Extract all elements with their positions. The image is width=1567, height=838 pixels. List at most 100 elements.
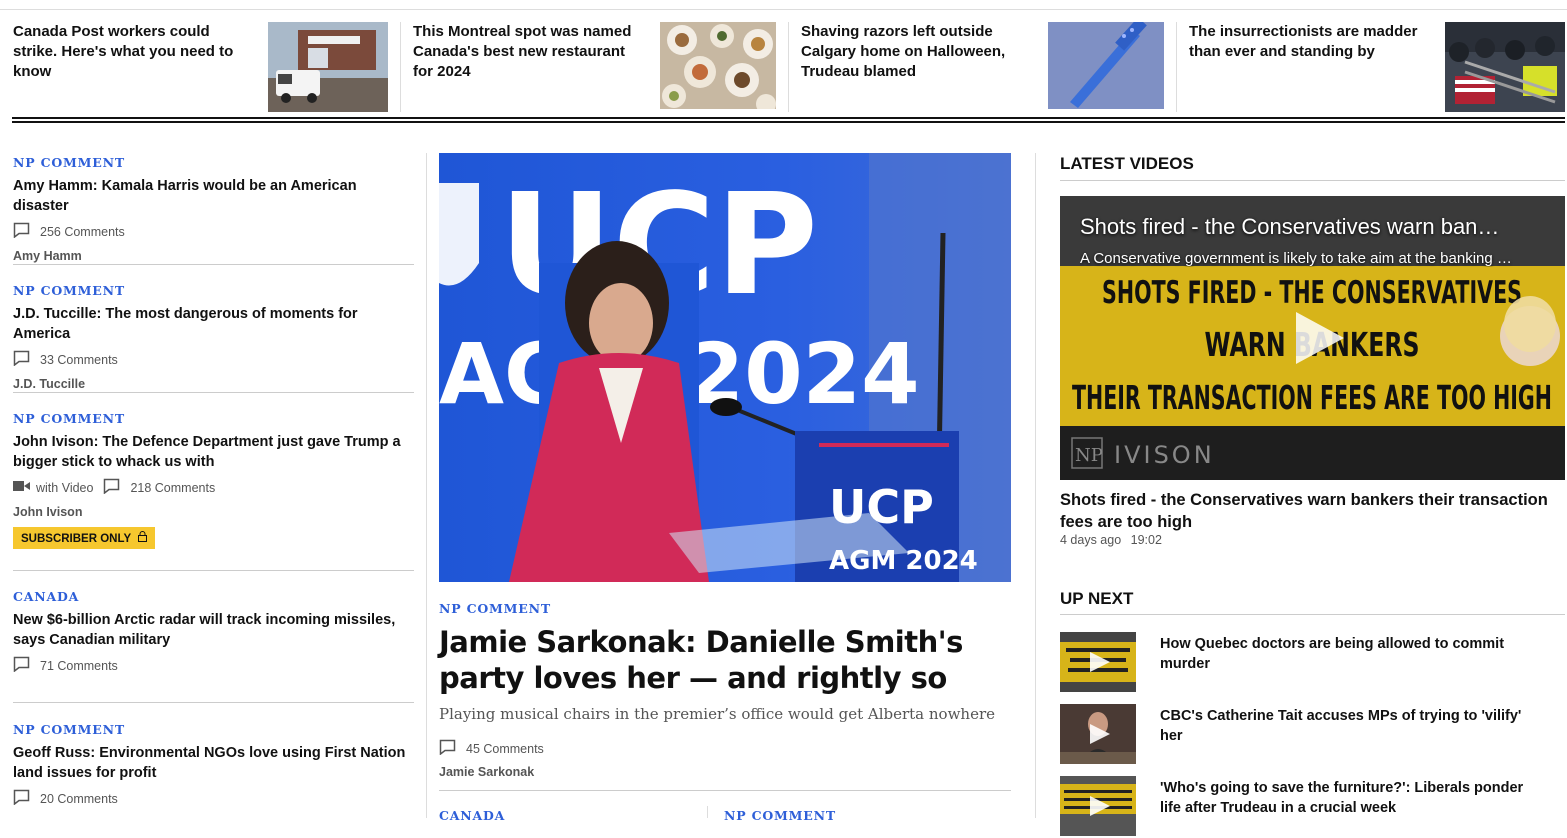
section-rule — [1060, 614, 1565, 615]
play-icon[interactable] — [1288, 308, 1348, 373]
latest-videos-heading: LATEST VIDEOS — [1060, 154, 1194, 173]
video-camera-icon — [13, 480, 30, 495]
video-overlay-title: Shots fired - the Conservatives warn ban… — [1080, 214, 1500, 239]
up-next-thumbnail[interactable] — [1060, 632, 1136, 692]
badge-label: SUBSCRIBER ONLY — [21, 533, 131, 545]
comment-count: 20 Comments — [40, 791, 118, 806]
video-banner-line: THEIR TRANSACTION FEES ARE TOO HIGH — [1072, 378, 1552, 417]
comment-count[interactable]: 218 Comments — [130, 481, 215, 495]
hero-image[interactable]: UCP AGM 2024 UCP AGM 2024 — [439, 153, 1011, 582]
podium-subtext: AGM 2024 — [829, 546, 978, 576]
up-next-title[interactable]: 'Who's going to save the furniture?': Li… — [1160, 778, 1540, 818]
video-duration: 19:02 — [1130, 533, 1162, 547]
hero-author[interactable]: Jamie Sarkonak — [439, 765, 534, 779]
story-divider — [13, 264, 414, 265]
comment-icon — [439, 739, 456, 758]
story-divider — [13, 570, 414, 571]
strip-divider — [788, 22, 789, 112]
story-card: NP COMMENT J.D. Tuccille: The most dange… — [13, 283, 414, 391]
strip-story-title[interactable]: The insurrectionists are madder than eve… — [1189, 22, 1429, 62]
up-next-thumbnail[interactable] — [1060, 704, 1136, 764]
strip-divider — [1176, 22, 1177, 112]
comments-link[interactable]: 256 Comments — [13, 222, 414, 241]
comment-icon — [13, 222, 30, 241]
up-next-item[interactable]: How Quebec doctors are being allowed to … — [1060, 632, 1565, 694]
story-title[interactable]: Amy Hamm: Kamala Harris would be an Amer… — [13, 176, 414, 216]
story-divider — [13, 702, 414, 703]
story-author[interactable]: John Ivison — [13, 505, 414, 519]
strip-story-thumbnail[interactable] — [1048, 22, 1164, 109]
story-kicker[interactable]: NP COMMENT — [13, 155, 414, 170]
story-card: NP COMMENT Geoff Russ: Environmental NGO… — [13, 722, 414, 808]
up-next-item[interactable]: 'Who's going to save the furniture?': Li… — [1060, 776, 1565, 838]
strip-story-title[interactable]: Shaving razors left outside Calgary home… — [801, 22, 1026, 82]
strip-story[interactable]: Shaving razors left outside Calgary home… — [801, 10, 1164, 118]
story-title[interactable]: New $6-billion Arctic radar will track i… — [13, 610, 414, 650]
video-label[interactable]: with Video — [36, 481, 93, 495]
hero-divider — [439, 790, 1011, 791]
comments-link[interactable]: 71 Comments — [13, 656, 414, 675]
video-age: 4 days ago — [1060, 533, 1122, 547]
story-card: NP COMMENT John Ivison: The Defence Depa… — [13, 411, 414, 549]
story-kicker[interactable]: CANADA — [13, 589, 414, 604]
story-title[interactable]: Geoff Russ: Environmental NGOs love usin… — [13, 743, 414, 783]
comment-count: 71 Comments — [40, 658, 118, 673]
column-divider — [1035, 153, 1036, 818]
section-rule — [1060, 180, 1565, 181]
story-kicker[interactable]: NP COMMENT — [13, 411, 414, 426]
up-next-title[interactable]: How Quebec doctors are being allowed to … — [1160, 634, 1540, 674]
comment-count: 33 Comments — [40, 352, 118, 367]
column-divider — [426, 153, 427, 818]
hero-headline[interactable]: Jamie Sarkonak: Danielle Smith's party l… — [439, 624, 1019, 696]
story-author[interactable]: Amy Hamm — [13, 249, 414, 263]
strip-story-thumbnail[interactable] — [268, 22, 388, 112]
bottom-divider — [707, 806, 708, 818]
bottom-story-kicker[interactable]: CANADA — [439, 808, 505, 823]
up-next-heading: UP NEXT — [1060, 589, 1134, 608]
story-title[interactable]: J.D. Tuccille: The most dangerous of mom… — [13, 304, 414, 344]
top-stories-strip: Canada Post workers could strike. Here's… — [0, 10, 1567, 118]
hero-dek: Playing musical chairs in the premier’s … — [439, 705, 996, 723]
comment-icon — [13, 656, 30, 675]
video-meta: 4 days ago 19:02 — [1060, 533, 1162, 547]
up-next-title[interactable]: CBC's Catherine Tait accuses MPs of tryi… — [1160, 706, 1540, 746]
story-title[interactable]: John Ivison: The Defence Department just… — [13, 432, 414, 472]
video-title[interactable]: Shots fired - the Conservatives warn ban… — [1060, 489, 1565, 533]
story-author[interactable]: J.D. Tuccille — [13, 377, 414, 391]
video-overlay-description: A Conservative government is likely to t… — [1080, 250, 1512, 267]
subscriber-only-badge: SUBSCRIBER ONLY — [13, 527, 156, 549]
strip-story-title[interactable]: This Montreal spot was named Canada's be… — [413, 22, 648, 82]
video-brand-mark: NP — [1075, 445, 1103, 466]
comment-icon — [103, 478, 120, 497]
comments-link[interactable]: 20 Comments — [13, 789, 414, 808]
hero-comments-link[interactable]: 45 Comments — [439, 739, 544, 758]
strip-story-title[interactable]: Canada Post workers could strike. Here's… — [13, 22, 253, 82]
story-meta: with Video 218 Comments — [13, 478, 414, 497]
story-kicker[interactable]: NP COMMENT — [13, 722, 414, 737]
strip-story[interactable]: The insurrectionists are madder than eve… — [1189, 10, 1565, 118]
strip-story[interactable]: Canada Post workers could strike. Here's… — [13, 10, 388, 118]
strip-story-thumbnail[interactable] — [660, 22, 776, 109]
story-divider — [13, 392, 414, 393]
comment-count: 256 Comments — [40, 224, 125, 239]
story-card: CANADA New $6-billion Arctic radar will … — [13, 589, 414, 675]
up-next-thumbnail[interactable] — [1060, 776, 1136, 836]
up-next-item[interactable]: CBC's Catherine Tait accuses MPs of tryi… — [1060, 704, 1565, 766]
comments-link[interactable]: 33 Comments — [13, 350, 414, 369]
comment-count: 45 Comments — [466, 741, 544, 756]
story-kicker[interactable]: NP COMMENT — [13, 283, 414, 298]
video-banner-line: SHOTS FIRED - THE CONSERVATIVES — [1102, 275, 1522, 311]
hero-kicker[interactable]: NP COMMENT — [439, 601, 551, 616]
video-brand: IVISON — [1114, 441, 1215, 469]
story-card: NP COMMENT Amy Hamm: Kamala Harris would… — [13, 155, 414, 263]
lock-icon — [138, 531, 148, 545]
bottom-story-kicker[interactable]: NP COMMENT — [724, 808, 836, 823]
comment-icon — [13, 789, 30, 808]
comment-icon — [13, 350, 30, 369]
strip-divider — [400, 22, 401, 112]
strip-story[interactable]: This Montreal spot was named Canada's be… — [413, 10, 776, 118]
section-double-rule — [12, 117, 1565, 123]
podium-text: UCP — [829, 480, 934, 534]
strip-story-thumbnail[interactable] — [1445, 22, 1565, 112]
video-player[interactable]: SHOTS FIRED - THE CONSERVATIVES WARN BAN… — [1060, 196, 1565, 480]
